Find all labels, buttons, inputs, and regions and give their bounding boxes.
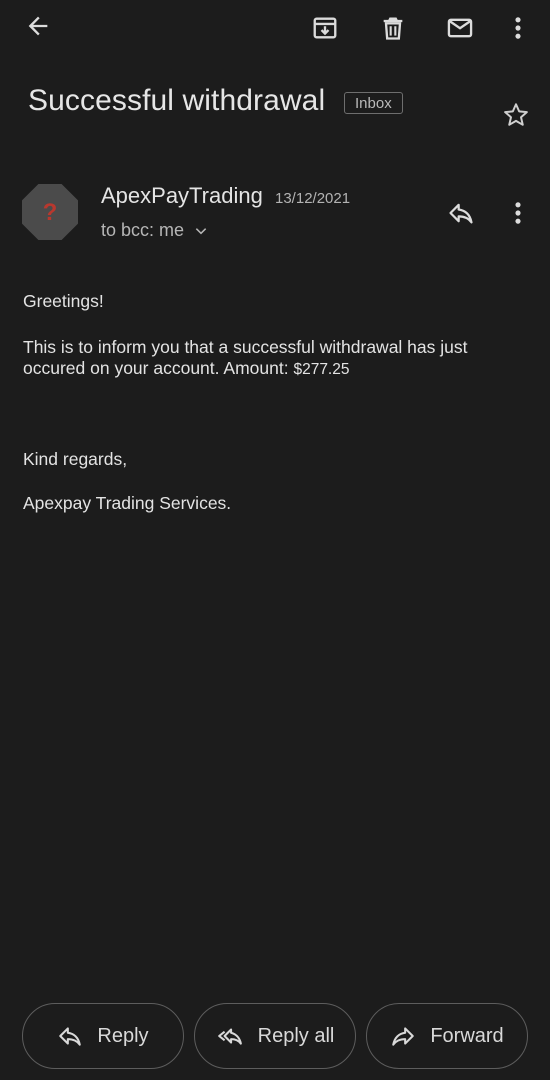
email-closing: Kind regards, (23, 449, 128, 469)
withdrawal-amount: $277.25 (293, 361, 350, 378)
email-message: This is to inform you that a successful … (23, 337, 528, 380)
reply-icon (59, 1027, 82, 1046)
sender-avatar[interactable]: ? (22, 184, 78, 240)
email-signature: Apexpay Trading Services. (23, 493, 232, 513)
trash-icon[interactable] (373, 8, 413, 48)
reply-button[interactable]: Reply (22, 1003, 184, 1069)
email-subject: Successful withdrawal (28, 84, 326, 117)
forward-icon (392, 1027, 415, 1046)
email-greeting: Greetings! (23, 291, 104, 311)
mail-icon[interactable] (440, 8, 480, 48)
star-icon[interactable] (496, 95, 536, 135)
more-vert-icon[interactable] (498, 8, 538, 48)
email-date: 13/12/2021 (275, 190, 351, 207)
email-message-text: This is to inform you that a successful … (23, 337, 468, 378)
reply-icon[interactable] (441, 193, 481, 233)
recipient-line: to bcc: me (101, 220, 185, 240)
reply-all-button-label: Reply all (257, 1024, 335, 1047)
back-arrow-icon[interactable] (18, 6, 58, 46)
archive-icon[interactable] (305, 8, 345, 48)
recipient-details-toggle[interactable]: to bcc: me (101, 220, 208, 241)
reply-button-label: Reply (97, 1024, 149, 1047)
forward-button[interactable]: Forward (366, 1003, 528, 1069)
reply-all-button[interactable]: Reply all (194, 1003, 356, 1069)
inbox-label-badge[interactable]: Inbox (344, 92, 403, 114)
reply-all-icon (217, 1028, 242, 1045)
sender-more-vert-icon[interactable] (498, 193, 538, 233)
sender-name[interactable]: ApexPayTrading (101, 183, 263, 209)
chevron-down-icon (195, 227, 207, 234)
avatar-glyph: ? (43, 199, 58, 226)
forward-button-label: Forward (430, 1024, 504, 1047)
